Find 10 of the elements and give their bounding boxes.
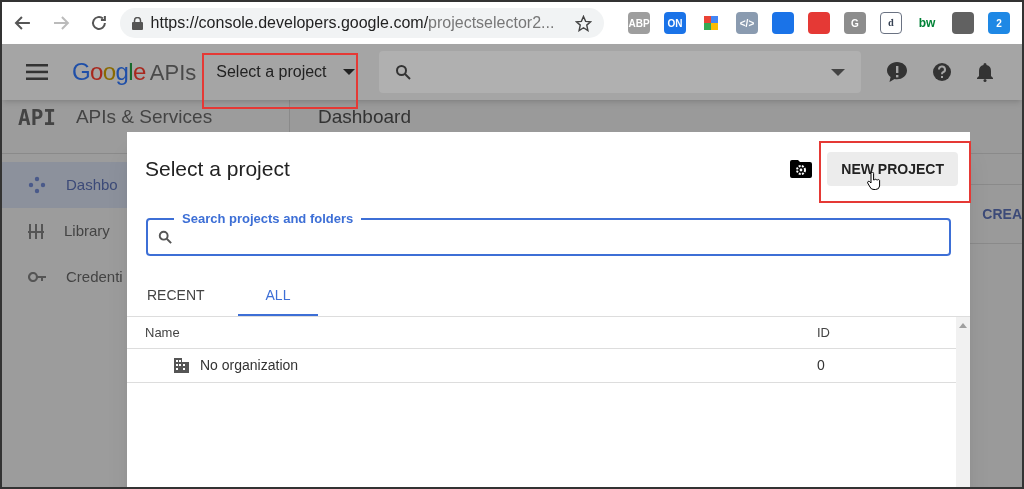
sidebar-title: APIs & Services — [75, 105, 213, 129]
api-logo: API — [18, 105, 56, 132]
page-title: Dashboard — [318, 105, 411, 129]
google-logo: Google — [72, 57, 146, 87]
url-text: https://console.developers.google.com/projectselector2... — [150, 13, 555, 33]
column-header: Name — [144, 323, 181, 342]
column-header: ID — [817, 323, 830, 342]
table-cell-text: 0 — [817, 356, 825, 375]
dialog-title: Select a project — [145, 156, 290, 183]
product-name: APIs — [149, 58, 197, 87]
